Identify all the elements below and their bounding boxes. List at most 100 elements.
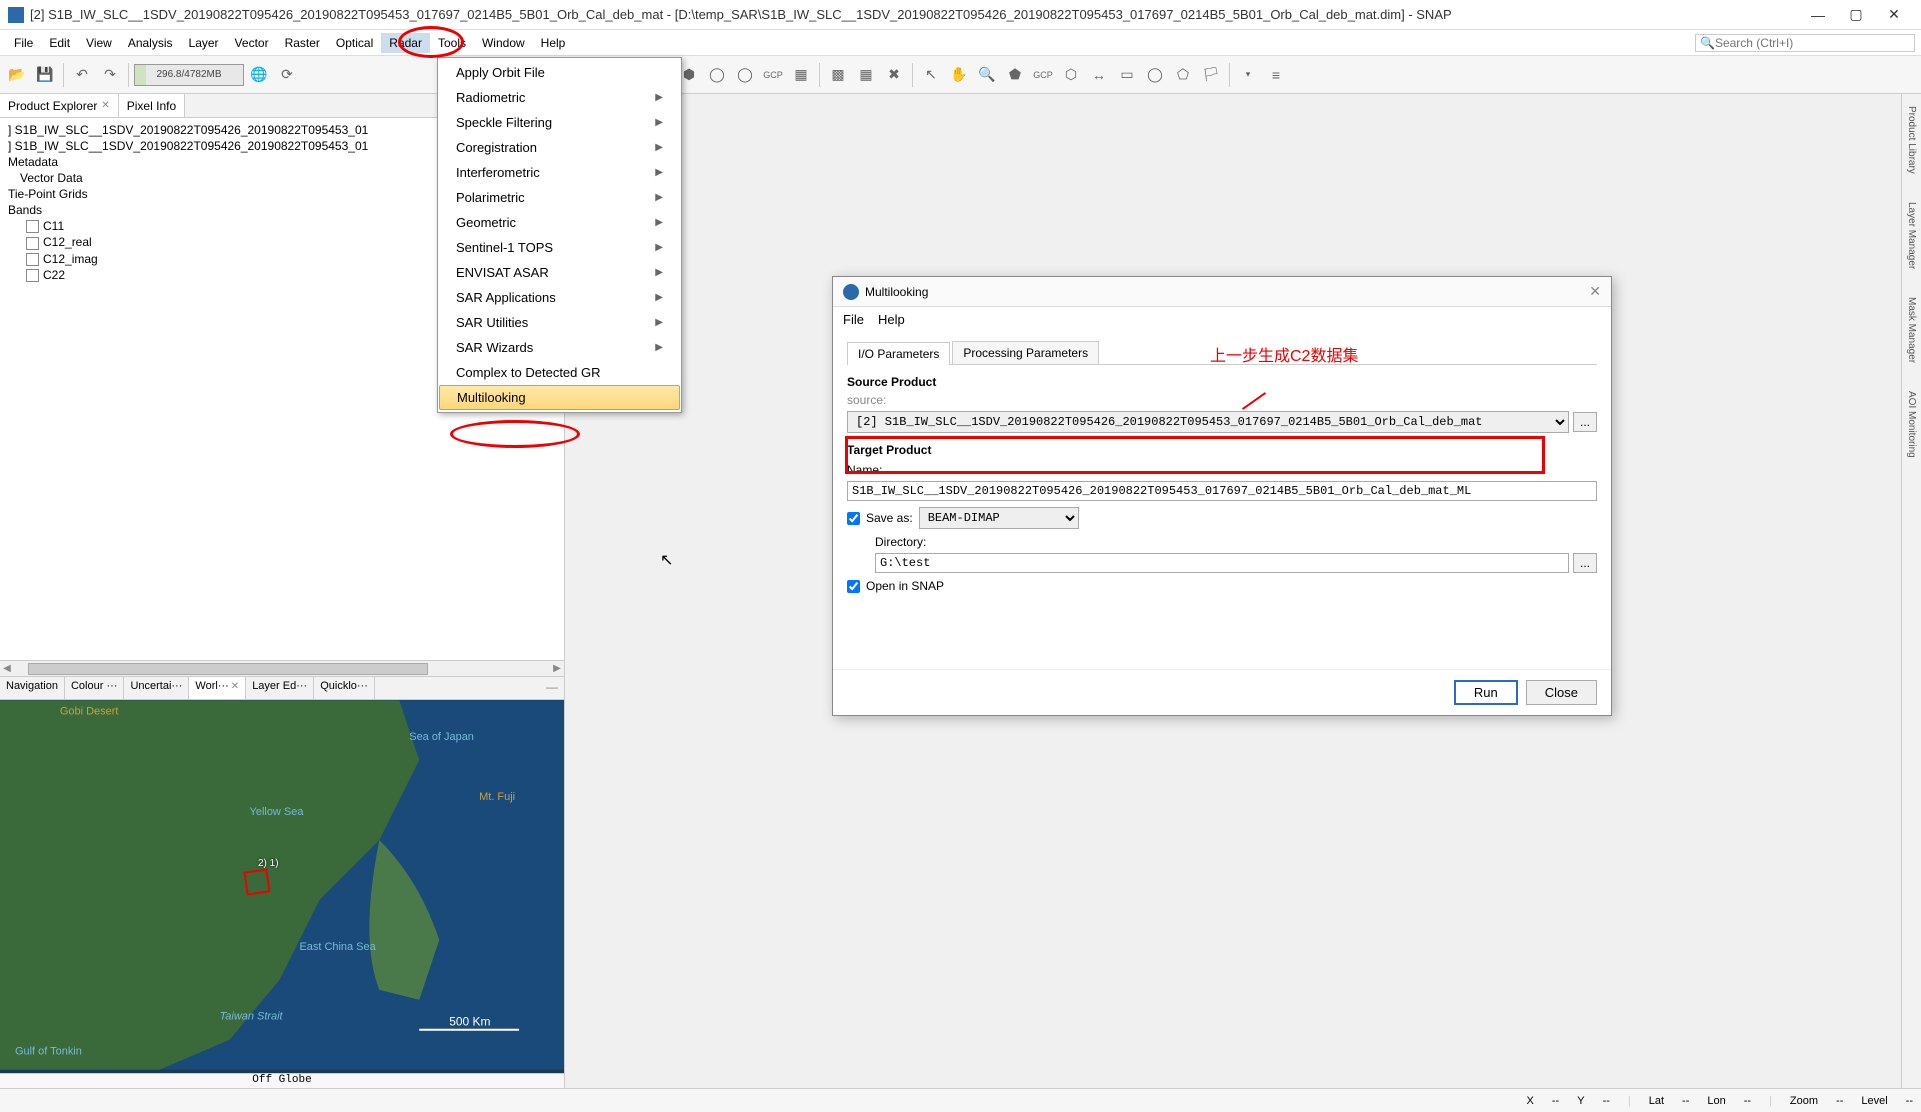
separator xyxy=(63,63,64,87)
close-icon[interactable]: ✕ xyxy=(101,100,109,111)
side-tab-mask-manager[interactable]: Mask Manager xyxy=(1904,293,1919,367)
world-map[interactable]: Gobi Desert Sea of Japan Yellow Sea Mt. … xyxy=(0,700,564,1088)
close-button[interactable]: Close xyxy=(1526,680,1597,705)
dialog-menu-help[interactable]: Help xyxy=(878,312,905,327)
menu-file[interactable]: File xyxy=(6,33,41,53)
tab-worldmap[interactable]: Worl···✕ xyxy=(189,677,246,699)
menu-tools[interactable]: Tools xyxy=(430,33,474,53)
band-icon xyxy=(26,253,39,266)
radar-menu-item[interactable]: Geometric▶ xyxy=(438,210,681,235)
menu-edit[interactable]: Edit xyxy=(41,33,78,53)
circle-icon[interactable]: ◯ xyxy=(1142,62,1168,88)
scrollbar-horizontal[interactable]: ◀ ▶ xyxy=(0,660,564,676)
redo-icon[interactable]: ↷ xyxy=(97,62,123,88)
refresh-icon[interactable]: ⟳ xyxy=(274,62,300,88)
search-icon: 🔍 xyxy=(1700,36,1715,50)
tab-navigation[interactable]: Navigation xyxy=(0,677,65,699)
remove-icon[interactable]: ✖ xyxy=(881,62,907,88)
scroll-thumb[interactable] xyxy=(28,663,428,675)
grid-icon[interactable]: ▩ xyxy=(825,62,851,88)
close-button[interactable]: ✕ xyxy=(1875,1,1913,29)
side-tab-layer-manager[interactable]: Layer Manager xyxy=(1904,198,1919,273)
undo-icon[interactable]: ↶ xyxy=(69,62,95,88)
app-icon xyxy=(8,7,24,23)
radar-menu-item[interactable]: Sentinel-1 TOPS▶ xyxy=(438,235,681,260)
close-icon[interactable]: ✕ xyxy=(231,681,239,692)
scroll-left-icon[interactable]: ◀ xyxy=(0,663,14,674)
tool-icon[interactable]: ⬟ xyxy=(1002,62,1028,88)
collapse-icon[interactable]: — xyxy=(540,677,564,699)
dialog-close-icon[interactable]: ✕ xyxy=(1589,283,1601,300)
directory-input[interactable] xyxy=(875,553,1569,573)
menu-radar[interactable]: Radar xyxy=(381,33,430,53)
radar-menu-item[interactable]: SAR Utilities▶ xyxy=(438,310,681,335)
tool-icon[interactable]: ≡ xyxy=(1263,62,1289,88)
dialog-menu-file[interactable]: File xyxy=(843,312,864,327)
footprint-marker[interactable] xyxy=(243,868,270,895)
hand-icon[interactable]: ✋ xyxy=(946,62,972,88)
radar-menu-item[interactable]: Speckle Filtering▶ xyxy=(438,110,681,135)
radar-menu-item[interactable]: Complex to Detected GR xyxy=(438,360,681,385)
tool-icon[interactable]: ⬡ xyxy=(1058,62,1084,88)
dialog-titlebar[interactable]: Multilooking ✕ xyxy=(833,277,1611,307)
tool-icon[interactable]: ◯ xyxy=(732,62,758,88)
memory-indicator[interactable]: 296.8/4782MB xyxy=(134,64,244,86)
save-icon[interactable]: 💾 xyxy=(32,62,58,88)
tab-colour[interactable]: Colour ··· xyxy=(65,677,124,699)
radar-menu-item[interactable]: Radiometric▶ xyxy=(438,85,681,110)
grid-icon[interactable]: ▦ xyxy=(853,62,879,88)
tab-pixel-info[interactable]: Pixel Info xyxy=(119,94,185,117)
menu-view[interactable]: View xyxy=(78,33,120,53)
radar-menu-item[interactable]: Coregistration▶ xyxy=(438,135,681,160)
save-as-format-select[interactable]: BEAM-DIMAP xyxy=(919,507,1079,529)
radar-menu-item[interactable]: SAR Applications▶ xyxy=(438,285,681,310)
tab-processing-parameters[interactable]: Processing Parameters xyxy=(952,341,1099,364)
menu-help[interactable]: Help xyxy=(533,33,574,53)
minimize-button[interactable]: — xyxy=(1799,1,1837,29)
radar-menu-item[interactable]: SAR Wizards▶ xyxy=(438,335,681,360)
search-box[interactable]: 🔍 xyxy=(1695,34,1915,52)
tab-product-explorer[interactable]: Product Explorer✕ xyxy=(0,94,119,117)
side-tab-product-library[interactable]: Product Library xyxy=(1904,102,1919,178)
menu-layer[interactable]: Layer xyxy=(181,33,227,53)
search-input[interactable] xyxy=(1715,36,1895,50)
maximize-button[interactable]: ▢ xyxy=(1837,1,1875,29)
globe-icon[interactable]: 🌐 xyxy=(246,62,272,88)
tab-io-parameters[interactable]: I/O Parameters xyxy=(847,342,950,365)
save-as-checkbox[interactable] xyxy=(847,512,860,525)
rect-icon[interactable]: ▭ xyxy=(1114,62,1140,88)
tab-quicklook[interactable]: Quicklo··· xyxy=(314,677,375,699)
menu-optical[interactable]: Optical xyxy=(328,33,381,53)
browse-directory-button[interactable]: ... xyxy=(1573,553,1597,573)
open-icon[interactable]: 📂 xyxy=(4,62,30,88)
browse-button[interactable]: ... xyxy=(1573,412,1597,432)
flag-icon[interactable]: 🏳 xyxy=(1198,62,1224,88)
run-button[interactable]: Run xyxy=(1454,680,1518,705)
tool-icon[interactable]: ▦ xyxy=(788,62,814,88)
gcp-icon[interactable]: GCP xyxy=(760,62,786,88)
menu-vector[interactable]: Vector xyxy=(227,33,277,53)
radar-menu-item[interactable]: Interferometric▶ xyxy=(438,160,681,185)
radar-menu-item[interactable]: Apply Orbit File xyxy=(438,60,681,85)
radar-menu-item[interactable]: ENVISAT ASAR▶ xyxy=(438,260,681,285)
radar-menu-item[interactable]: Multilooking xyxy=(439,385,680,410)
radar-menu-item[interactable]: Polarimetric▶ xyxy=(438,185,681,210)
pointer-icon[interactable]: ↖ xyxy=(918,62,944,88)
source-select[interactable]: [2] S1B_IW_SLC__1SDV_20190822T095426_201… xyxy=(847,411,1569,433)
map-label: Mt. Fuji xyxy=(479,791,515,803)
target-name-input[interactable] xyxy=(847,481,1597,501)
menu-raster[interactable]: Raster xyxy=(277,33,328,53)
tab-layer-editor[interactable]: Layer Ed··· xyxy=(246,677,314,699)
zoom-icon[interactable]: 🔍 xyxy=(974,62,1000,88)
tool-icon[interactable]: ◯ xyxy=(704,62,730,88)
range-icon[interactable]: ↔ xyxy=(1086,62,1112,88)
gcp-icon[interactable]: GCP xyxy=(1030,62,1056,88)
chevron-down-icon[interactable]: ▾ xyxy=(1235,62,1261,88)
open-in-snap-checkbox[interactable] xyxy=(847,580,860,593)
menu-analysis[interactable]: Analysis xyxy=(120,33,181,53)
tab-uncertainty[interactable]: Uncertai··· xyxy=(124,677,189,699)
side-tab-aoi-monitoring[interactable]: AOI Monitoring xyxy=(1904,387,1919,462)
poly-icon[interactable]: ⬠ xyxy=(1170,62,1196,88)
scroll-right-icon[interactable]: ▶ xyxy=(550,663,564,674)
menu-window[interactable]: Window xyxy=(474,33,533,53)
